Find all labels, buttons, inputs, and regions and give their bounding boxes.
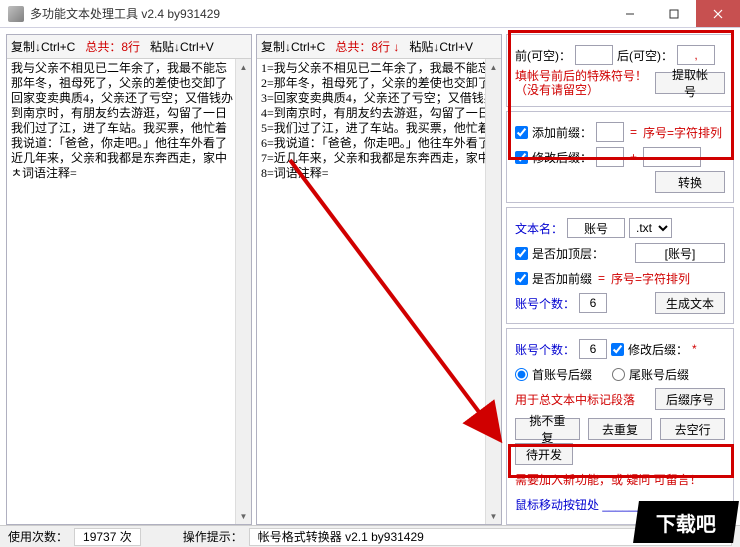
middle-textarea[interactable]: 1=我与父亲不相见已二年余了，我最不能忘 2=那年冬，祖母死了，父亲的差使也交卸… xyxy=(257,59,501,524)
star: * xyxy=(692,342,697,356)
topfloor-label: 是否加顶层： xyxy=(532,245,604,262)
usage-label: 使用次数： xyxy=(8,528,68,545)
remove-blank-button[interactable]: 去空行 xyxy=(660,418,725,440)
paste-button-mid[interactable]: 粘贴↓Ctrl+V xyxy=(405,38,477,55)
middle-toolbar: 复制↓Ctrl+C 总共：8行 ↓ 粘贴↓Ctrl+V xyxy=(257,35,501,59)
left-panel: 复制↓Ctrl+C 总共：8行 粘贴↓Ctrl+V 我与父亲不相见已二年余了，我… xyxy=(6,34,252,525)
left-textarea[interactable]: 我与父亲不相见已二年余了，我最不能忘 那年冬，祖母死了，父亲的差使也交卸了 回家… xyxy=(7,59,251,524)
modsuffix2-label: 修改后缀： xyxy=(628,341,688,358)
equals-icon: = xyxy=(598,271,605,285)
scroll-down-icon[interactable]: ▼ xyxy=(486,508,501,524)
last-suffix-radio[interactable] xyxy=(612,368,625,381)
middle-scrollbar[interactable]: ▲ ▼ xyxy=(485,59,501,524)
hint-text: 鼠标移动按钮处 ______ xyxy=(515,496,642,513)
count-input-2[interactable] xyxy=(579,339,607,359)
scroll-up-icon[interactable]: ▲ xyxy=(486,59,501,75)
maximize-button[interactable] xyxy=(652,0,696,27)
watermark: 下载吧 xyxy=(633,501,739,543)
gen-text-button[interactable]: 生成文本 xyxy=(655,292,725,314)
statusbar: 使用次数： 19737 次 操作提示： 帐号格式转换器 v2.1 by93142… xyxy=(0,525,740,547)
middle-total: 总共：8行 ↓ xyxy=(329,38,405,55)
count-label-2: 账号个数： xyxy=(515,341,575,358)
modsuffix2-checkbox[interactable] xyxy=(611,343,624,356)
annotation-box-bottom xyxy=(508,444,734,478)
suffix-no-button[interactable]: 后缀序号 xyxy=(655,388,725,410)
count-input[interactable] xyxy=(579,293,607,313)
count-label: 账号个数： xyxy=(515,295,575,312)
copy-button-mid[interactable]: 复制↓Ctrl+C xyxy=(257,38,329,55)
prefix2-hint: 序号=字符排列 xyxy=(611,270,690,287)
topfloor-input[interactable] xyxy=(635,243,725,263)
window-controls xyxy=(608,0,740,27)
filename-input[interactable] xyxy=(567,218,625,238)
dedup-button[interactable]: 去重复 xyxy=(588,418,653,440)
filename-label: 文本名： xyxy=(515,220,563,237)
last-suffix-label: 尾账号后缀 xyxy=(629,366,689,383)
usage-value: 19737 次 xyxy=(74,528,141,546)
scroll-down-icon[interactable]: ▼ xyxy=(236,508,251,524)
scroll-up-icon[interactable]: ▲ xyxy=(236,59,251,75)
first-suffix-radio[interactable] xyxy=(515,368,528,381)
addprefix2-label: 是否加前缀 xyxy=(532,270,592,287)
left-total: 总共：8行 xyxy=(79,38,146,55)
annotation-box-top xyxy=(508,30,734,160)
minimize-button[interactable] xyxy=(608,0,652,27)
app-icon xyxy=(8,6,24,22)
left-scrollbar[interactable]: ▲ ▼ xyxy=(235,59,251,524)
panel-dedup: 账号个数： 修改后缀： * 首账号后缀 尾账号后缀 用于总文本中标记段落 后缀序… xyxy=(506,328,734,525)
convert-button[interactable]: 转换 xyxy=(655,171,725,193)
titlebar: 多功能文本处理工具 v2.4 by931429 xyxy=(0,0,740,28)
copy-button-left[interactable]: 复制↓Ctrl+C xyxy=(7,38,79,55)
pick-unique-button[interactable]: 挑不重复 xyxy=(515,418,580,440)
panel-file: 文本名： .txt 是否加顶层： 是否加前缀 = 序号=字符排列 账号个数： xyxy=(506,207,734,324)
paragraph-note: 用于总文本中标记段落 xyxy=(515,391,635,408)
first-suffix-label: 首账号后缀 xyxy=(532,366,592,383)
paste-button-left[interactable]: 粘贴↓Ctrl+V xyxy=(146,38,218,55)
middle-panel: 复制↓Ctrl+C 总共：8行 ↓ 粘贴↓Ctrl+V 1=我与父亲不相见已二年… xyxy=(256,34,502,525)
close-button[interactable] xyxy=(696,0,740,27)
tip-label: 操作提示： xyxy=(183,528,243,545)
window-title: 多功能文本处理工具 v2.4 by931429 xyxy=(30,5,608,22)
addprefix2-checkbox[interactable] xyxy=(515,272,528,285)
file-ext-select[interactable]: .txt xyxy=(629,218,672,238)
topfloor-checkbox[interactable] xyxy=(515,247,528,260)
left-toolbar: 复制↓Ctrl+C 总共：8行 粘贴↓Ctrl+V xyxy=(7,35,251,59)
